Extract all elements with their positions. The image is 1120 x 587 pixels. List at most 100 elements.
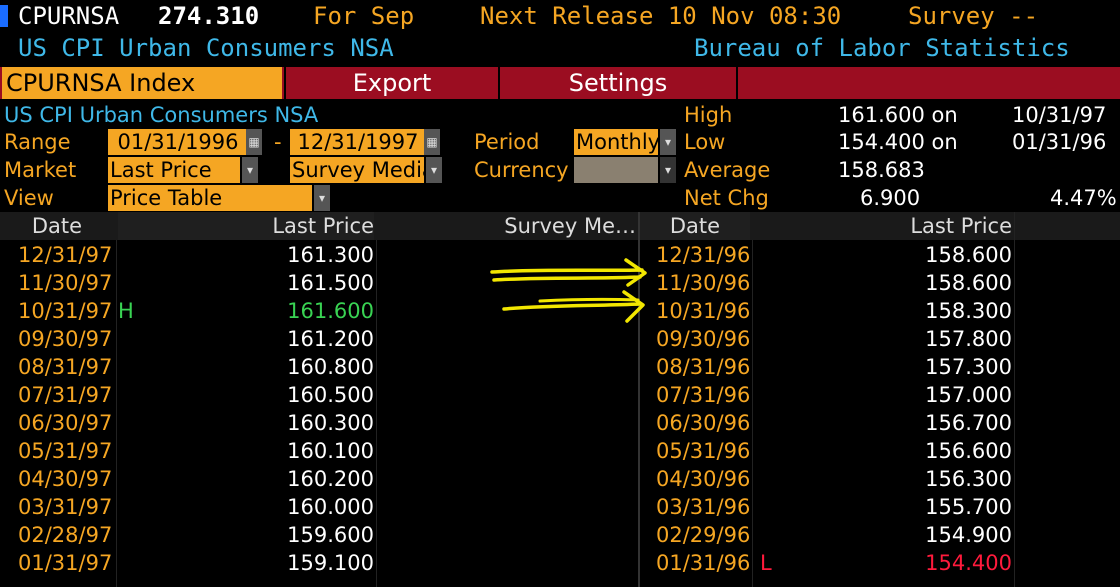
column-header-date[interactable]: Date <box>0 212 114 240</box>
row-date[interactable]: 04/30/97 <box>18 465 112 493</box>
high-date: 10/31/97 <box>1012 103 1107 127</box>
chevron-down-icon[interactable]: ▾ <box>314 185 330 211</box>
top-header: CPURNSA 274.310 For Sep Next Release 10 … <box>0 0 1120 32</box>
row-price: 157.300 <box>925 355 1012 379</box>
row-price: 161.200 <box>287 327 374 351</box>
low-label: Low <box>684 130 726 154</box>
row-date[interactable]: 05/31/96 <box>656 437 750 465</box>
row-price: 161.600 <box>287 299 374 323</box>
row-date[interactable]: 09/30/97 <box>18 325 112 353</box>
range-separator: - <box>274 130 282 154</box>
row-date[interactable]: 04/30/96 <box>656 465 750 493</box>
row-date[interactable]: 11/30/97 <box>18 269 112 297</box>
currency-select[interactable] <box>574 157 658 183</box>
view-select[interactable]: Price Table <box>108 185 312 211</box>
net-change-label: Net Chg <box>684 186 769 210</box>
average-label: Average <box>684 158 771 182</box>
row-price: 159.100 <box>287 551 374 575</box>
sub-header: US CPI Urban Consumers NSA Bureau of Lab… <box>0 32 1120 64</box>
for-period: For Sep <box>313 2 415 30</box>
row-price: 158.300 <box>925 299 1012 323</box>
average-value: 158.683 <box>838 158 925 182</box>
row-price: 160.800 <box>287 355 374 379</box>
arrow-shaft-1 <box>490 268 644 274</box>
arrow-head-1 <box>624 258 647 287</box>
row-date[interactable]: 01/31/97 <box>18 549 112 577</box>
tab-security-index[interactable]: CPURNSA Index <box>2 67 282 99</box>
chevron-down-icon[interactable]: ▾ <box>426 157 442 183</box>
export-button[interactable]: Export <box>286 67 498 99</box>
row-price: 155.700 <box>925 495 1012 519</box>
row-date[interactable]: 03/31/96 <box>656 493 750 521</box>
row-price: 161.500 <box>287 271 374 295</box>
row-price: 158.600 <box>925 243 1012 267</box>
column-header-date-2[interactable]: Date <box>640 212 750 240</box>
arrow-shaft-1b <box>492 275 642 282</box>
range-start-field[interactable]: 01/31/1996 <box>108 129 246 155</box>
high-value: 161.600 on <box>838 103 958 127</box>
row-date[interactable]: 03/31/97 <box>18 493 112 521</box>
row-price: 154.900 <box>925 523 1012 547</box>
row-price: 156.700 <box>925 411 1012 435</box>
calendar-icon[interactable]: ▦ <box>246 129 262 155</box>
row-price: 157.000 <box>925 383 1012 407</box>
column-header-last-price-2[interactable]: Last Price <box>754 212 1012 240</box>
row-price: 160.000 <box>287 495 374 519</box>
row-date[interactable]: 06/30/97 <box>18 409 112 437</box>
period-select[interactable]: Monthly <box>574 129 658 155</box>
market-select-2[interactable]: Survey Media <box>290 157 424 183</box>
security-description: US CPI Urban Consumers NSA <box>18 34 394 62</box>
row-price: 160.500 <box>287 383 374 407</box>
row-date[interactable]: 09/30/96 <box>656 325 750 353</box>
row-price: 160.300 <box>287 411 374 435</box>
arrow-head-2 <box>622 290 645 323</box>
chevron-down-icon[interactable]: ▾ <box>242 157 258 183</box>
column-header-survey[interactable]: Survey Me… <box>378 212 636 240</box>
low-value: 154.400 on <box>838 130 958 154</box>
chevron-down-icon[interactable]: ▾ <box>660 157 676 183</box>
row-date[interactable]: 08/31/97 <box>18 353 112 381</box>
row-date[interactable]: 12/31/97 <box>18 241 112 269</box>
row-date[interactable]: 11/30/96 <box>656 269 750 297</box>
row-date[interactable]: 02/29/96 <box>656 521 750 549</box>
chevron-down-icon[interactable]: ▾ <box>660 129 676 155</box>
survey-label: Survey -- <box>908 2 1039 30</box>
low-marker: L <box>760 551 772 575</box>
row-date[interactable]: 06/30/96 <box>656 409 750 437</box>
panel-description: US CPI Urban Consumers NSA <box>4 103 319 127</box>
row-date[interactable]: 08/31/96 <box>656 353 750 381</box>
period-label: Period <box>474 130 540 154</box>
row-date[interactable]: 01/31/96 <box>656 549 750 577</box>
ticker: CPURNSA <box>18 2 120 30</box>
range-end-field[interactable]: 12/31/1997 <box>290 129 424 155</box>
high-marker: H <box>118 299 134 323</box>
data-source: Bureau of Labor Statistics <box>694 34 1070 62</box>
view-label: View <box>4 186 54 210</box>
row-date[interactable]: 05/31/97 <box>18 437 112 465</box>
high-label: High <box>684 103 733 127</box>
column-header-last-price[interactable]: Last Price <box>118 212 374 240</box>
row-date[interactable]: 07/31/96 <box>656 381 750 409</box>
row-date[interactable]: 10/31/96 <box>656 297 750 325</box>
row-price: 159.600 <box>287 523 374 547</box>
annotation-arrows <box>490 258 647 323</box>
calendar-icon[interactable]: ▦ <box>424 129 440 155</box>
row-price: 161.300 <box>287 243 374 267</box>
market-select-1[interactable]: Last Price <box>108 157 240 183</box>
row-date[interactable]: 12/31/96 <box>656 241 750 269</box>
current-value: 274.310 <box>158 2 260 30</box>
low-date: 01/31/96 <box>1012 130 1107 154</box>
row-price: 156.600 <box>925 439 1012 463</box>
range-label: Range <box>4 130 71 154</box>
net-change-value: 6.900 <box>860 186 921 210</box>
row-price: 158.600 <box>925 271 1012 295</box>
row-date[interactable]: 07/31/97 <box>18 381 112 409</box>
row-date[interactable]: 10/31/97 <box>18 297 112 325</box>
row-price: 157.800 <box>925 327 1012 351</box>
currency-label: Currency <box>474 158 569 182</box>
settings-button[interactable]: Settings <box>500 67 736 99</box>
row-price: 160.100 <box>287 439 374 463</box>
row-date[interactable]: 02/28/97 <box>18 521 112 549</box>
function-tab-bar: CPURNSA Index Export Settings <box>0 67 1120 99</box>
row-price: 160.200 <box>287 467 374 491</box>
